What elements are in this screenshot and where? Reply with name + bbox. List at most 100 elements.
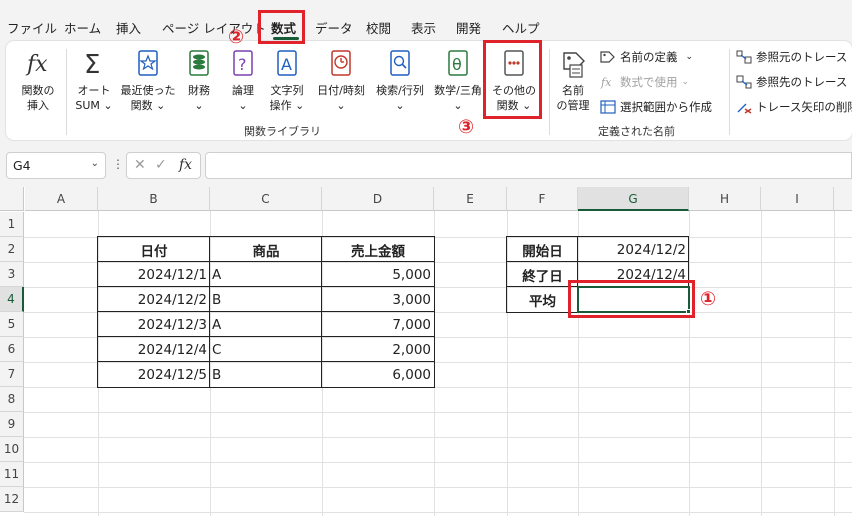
- average-label[interactable]: 平均: [507, 287, 578, 312]
- chevron-down-icon[interactable]: ⌄: [91, 158, 99, 169]
- define-name-label: 名前の定義: [620, 50, 678, 64]
- column-header-c[interactable]: C: [210, 187, 322, 211]
- row-header-2[interactable]: 2: [0, 237, 24, 262]
- more-functions-button[interactable]: その他の 関数 ⌄: [486, 47, 542, 113]
- cell-sales[interactable]: 3,000: [322, 287, 434, 312]
- tab-formulas[interactable]: 数式: [271, 18, 296, 37]
- cell-sales[interactable]: 6,000: [322, 362, 434, 387]
- cell-sales[interactable]: 7,000: [322, 312, 434, 337]
- row-header-11[interactable]: 11: [0, 462, 24, 487]
- tab-review[interactable]: 校閲: [366, 18, 391, 37]
- ribbon-separator: [549, 49, 550, 135]
- row-header-10[interactable]: 10: [0, 437, 24, 462]
- tab-file[interactable]: ファイル: [7, 18, 57, 37]
- cell-sales[interactable]: 5,000: [322, 262, 434, 287]
- start-date-label[interactable]: 開始日: [507, 237, 578, 262]
- cell-sales[interactable]: 2,000: [322, 337, 434, 362]
- logical-button[interactable]: ? 論理 ⌄: [225, 47, 261, 113]
- menu-bar: ファイル ホーム 挿入 ページ レイアウト 数式 データ 校閲 表示 開発 ヘル…: [0, 6, 852, 42]
- row-header-12[interactable]: 12: [0, 487, 24, 512]
- column-header-a[interactable]: A: [25, 187, 98, 211]
- tab-home[interactable]: ホーム: [64, 18, 101, 37]
- cell-date[interactable]: 2024/12/4: [98, 337, 210, 362]
- tab-page-layout[interactable]: ページ レイアウト: [162, 18, 266, 37]
- define-name-button[interactable]: 名前の定義 ⌄: [600, 49, 693, 65]
- end-date-value[interactable]: 2024/12/4: [578, 262, 689, 287]
- row-header-5[interactable]: 5: [0, 312, 24, 337]
- header-product[interactable]: 商品: [210, 237, 322, 262]
- define-name-dropdown-icon: ⌄: [685, 52, 694, 62]
- lookup-button[interactable]: 検索/行列 ⌄: [371, 47, 429, 113]
- datetime-button[interactable]: 日付/時刻 ⌄: [312, 47, 370, 113]
- cell-product[interactable]: B: [210, 362, 322, 387]
- end-date-label[interactable]: 終了日: [507, 262, 578, 287]
- insert-function-fx-icon[interactable]: fx: [179, 157, 192, 173]
- more-options-icon[interactable]: ⋮: [112, 157, 124, 171]
- enter-icon[interactable]: ✓: [155, 157, 167, 173]
- row-header-7[interactable]: 7: [0, 362, 24, 387]
- formula-input[interactable]: [205, 152, 852, 179]
- start-date-value[interactable]: 2024/12/2: [578, 237, 689, 262]
- autosum-button[interactable]: Σ オート SUM ⌄: [70, 47, 118, 113]
- row-header-3[interactable]: 3: [0, 262, 24, 287]
- row-header-1[interactable]: 1: [0, 212, 24, 237]
- cell-product[interactable]: C: [210, 337, 322, 362]
- column-header-d[interactable]: D: [322, 187, 434, 211]
- tab-data[interactable]: データ: [315, 18, 353, 37]
- annotation-step-2: ②: [228, 26, 245, 48]
- cell-product[interactable]: A: [210, 262, 322, 287]
- create-from-selection-button[interactable]: 選択範囲から作成: [600, 99, 712, 115]
- fill-handle[interactable]: [686, 309, 691, 314]
- grid-select-icon: [600, 100, 616, 114]
- row-header-6[interactable]: 6: [0, 337, 24, 362]
- tab-developer[interactable]: 開発: [456, 18, 481, 37]
- select-all-corner[interactable]: [0, 187, 24, 211]
- tab-view[interactable]: 表示: [411, 18, 436, 37]
- row-header-9[interactable]: 9: [0, 412, 24, 437]
- cell-date[interactable]: 2024/12/5: [98, 362, 210, 387]
- remove-arrows-button[interactable]: トレース矢印の削除: [736, 99, 852, 115]
- financial-label: 財務 ⌄: [188, 84, 210, 112]
- tab-insert[interactable]: 挿入: [116, 18, 141, 37]
- cancel-icon[interactable]: ✕: [134, 157, 146, 173]
- cell-date[interactable]: 2024/12/3: [98, 312, 210, 337]
- cell-product[interactable]: A: [210, 312, 322, 337]
- average-value-cell-g4[interactable]: [578, 287, 689, 312]
- column-header-g[interactable]: G: [578, 187, 689, 211]
- column-header-f[interactable]: F: [507, 187, 578, 211]
- gridline: [24, 412, 852, 413]
- tab-help[interactable]: ヘルプ: [502, 18, 540, 37]
- gridline: [24, 512, 852, 513]
- trace-dependents-button[interactable]: 参照先のトレース: [736, 74, 847, 90]
- use-in-formula-dropdown-icon: ⌄: [681, 77, 690, 87]
- trace-dependents-icon: [736, 75, 752, 89]
- text-a-icon: A: [277, 50, 297, 76]
- header-date[interactable]: 日付: [98, 237, 210, 262]
- math-trig-button[interactable]: θ 数学/三角 ⌄: [430, 47, 486, 113]
- tag-small-icon: [600, 51, 615, 63]
- ribbon-separator: [729, 49, 730, 135]
- row-header-4[interactable]: 4: [0, 287, 24, 312]
- row-header-8[interactable]: 8: [0, 387, 24, 412]
- create-from-selection-label: 選択範囲から作成: [620, 100, 712, 114]
- cell-date[interactable]: 2024/12/2: [98, 287, 210, 312]
- cell-product[interactable]: B: [210, 287, 322, 312]
- gridline: [24, 462, 852, 463]
- recent-functions-button[interactable]: 最近使った 関数 ⌄: [118, 47, 178, 113]
- financial-button[interactable]: 財務 ⌄: [180, 47, 218, 113]
- insert-function-button[interactable]: fx 関数の 挿入: [16, 47, 60, 113]
- column-header-i[interactable]: I: [761, 187, 834, 211]
- text-functions-button[interactable]: A 文字列 操作 ⌄: [265, 47, 309, 113]
- gridline: [834, 211, 835, 516]
- column-header-h[interactable]: H: [689, 187, 761, 211]
- column-header-b[interactable]: B: [98, 187, 210, 211]
- cell-date[interactable]: 2024/12/1: [98, 262, 210, 287]
- sigma-icon: Σ: [84, 50, 100, 80]
- trace-precedents-button[interactable]: 参照元のトレース: [736, 49, 847, 65]
- header-sales[interactable]: 売上金額: [322, 237, 434, 262]
- name-manager-button[interactable]: 名前 の管理: [552, 47, 594, 113]
- function-library-group-label: 関数ライブラリ: [244, 125, 321, 138]
- column-header-e[interactable]: E: [434, 187, 507, 211]
- fx-icon: fx: [25, 52, 48, 77]
- name-box[interactable]: G4 ⌄: [6, 152, 106, 179]
